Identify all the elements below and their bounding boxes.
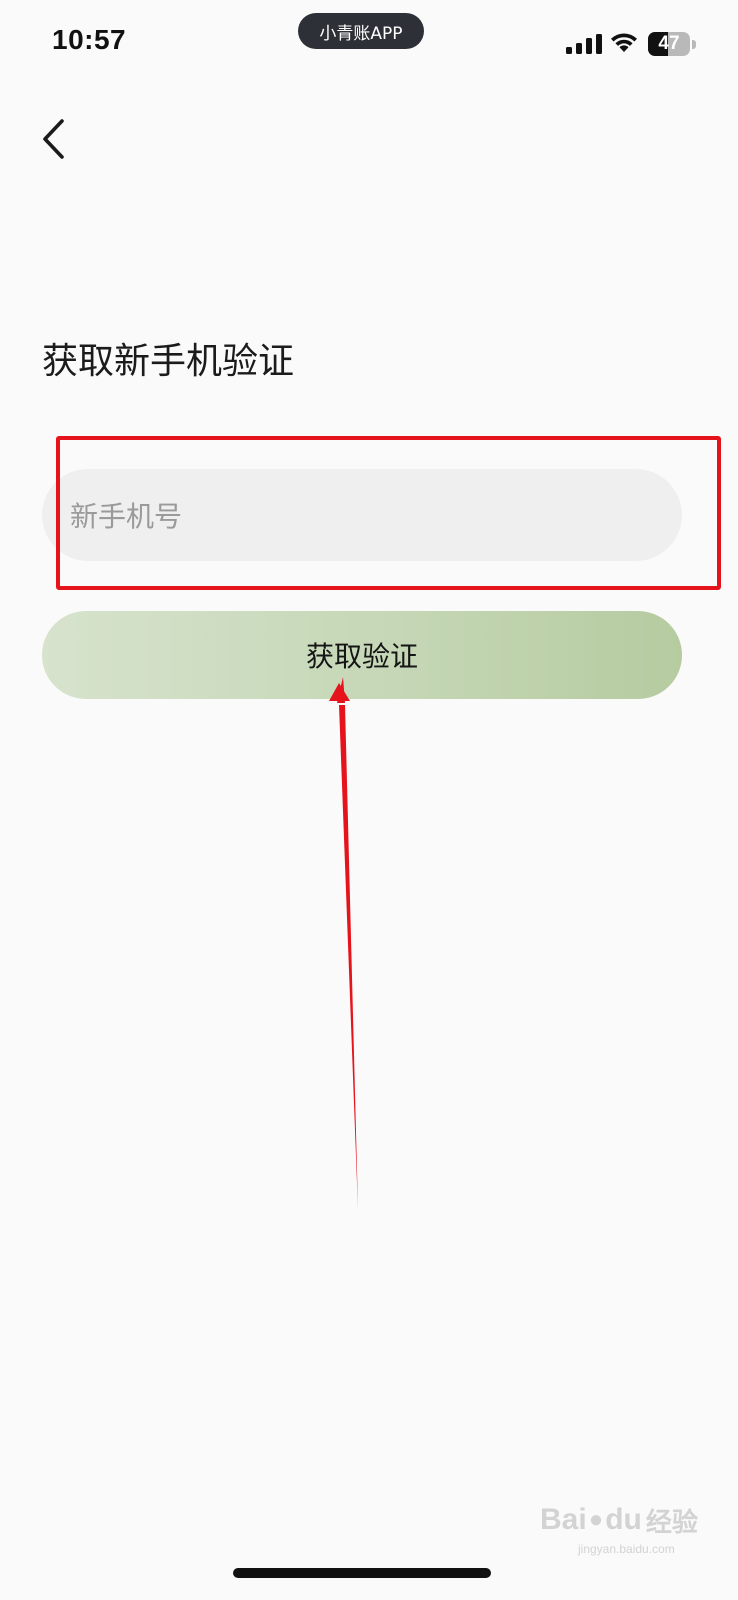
wifi-icon: [611, 33, 637, 52]
phone-field[interactable]: [42, 469, 682, 563]
battery-indicator: 47: [648, 32, 696, 56]
status-bar: 10:57 小青账APP 47: [0, 0, 738, 90]
battery-body: 47: [648, 32, 690, 56]
battery-tip: [692, 40, 696, 49]
watermark-suffix: 经验: [645, 1506, 698, 1537]
baidu-watermark-logo: Bai ● du 经验: [540, 1496, 700, 1544]
watermark-brand: Bai: [540, 1503, 587, 1536]
watermark-brand-tail: du: [605, 1503, 642, 1536]
status-time: 10:57: [52, 24, 127, 55]
chevron-left-icon: [43, 119, 64, 159]
battery-level-text: 47: [658, 33, 680, 54]
annotation-arrow-icon: [329, 677, 358, 1210]
home-indicator[interactable]: [233, 1568, 491, 1578]
back-button[interactable]: [30, 110, 78, 168]
page-title: 获取新手机验证: [42, 341, 295, 382]
watermark-url: jingyan.baidu.com: [578, 1542, 675, 1556]
get-verification-button[interactable]: 获取验证: [42, 611, 682, 699]
new-phone-input[interactable]: [68, 469, 652, 563]
app-name-pill[interactable]: 小青账APP: [298, 13, 424, 49]
paw-icon: ●: [588, 1506, 604, 1533]
cellular-signal-icon: [566, 34, 602, 54]
